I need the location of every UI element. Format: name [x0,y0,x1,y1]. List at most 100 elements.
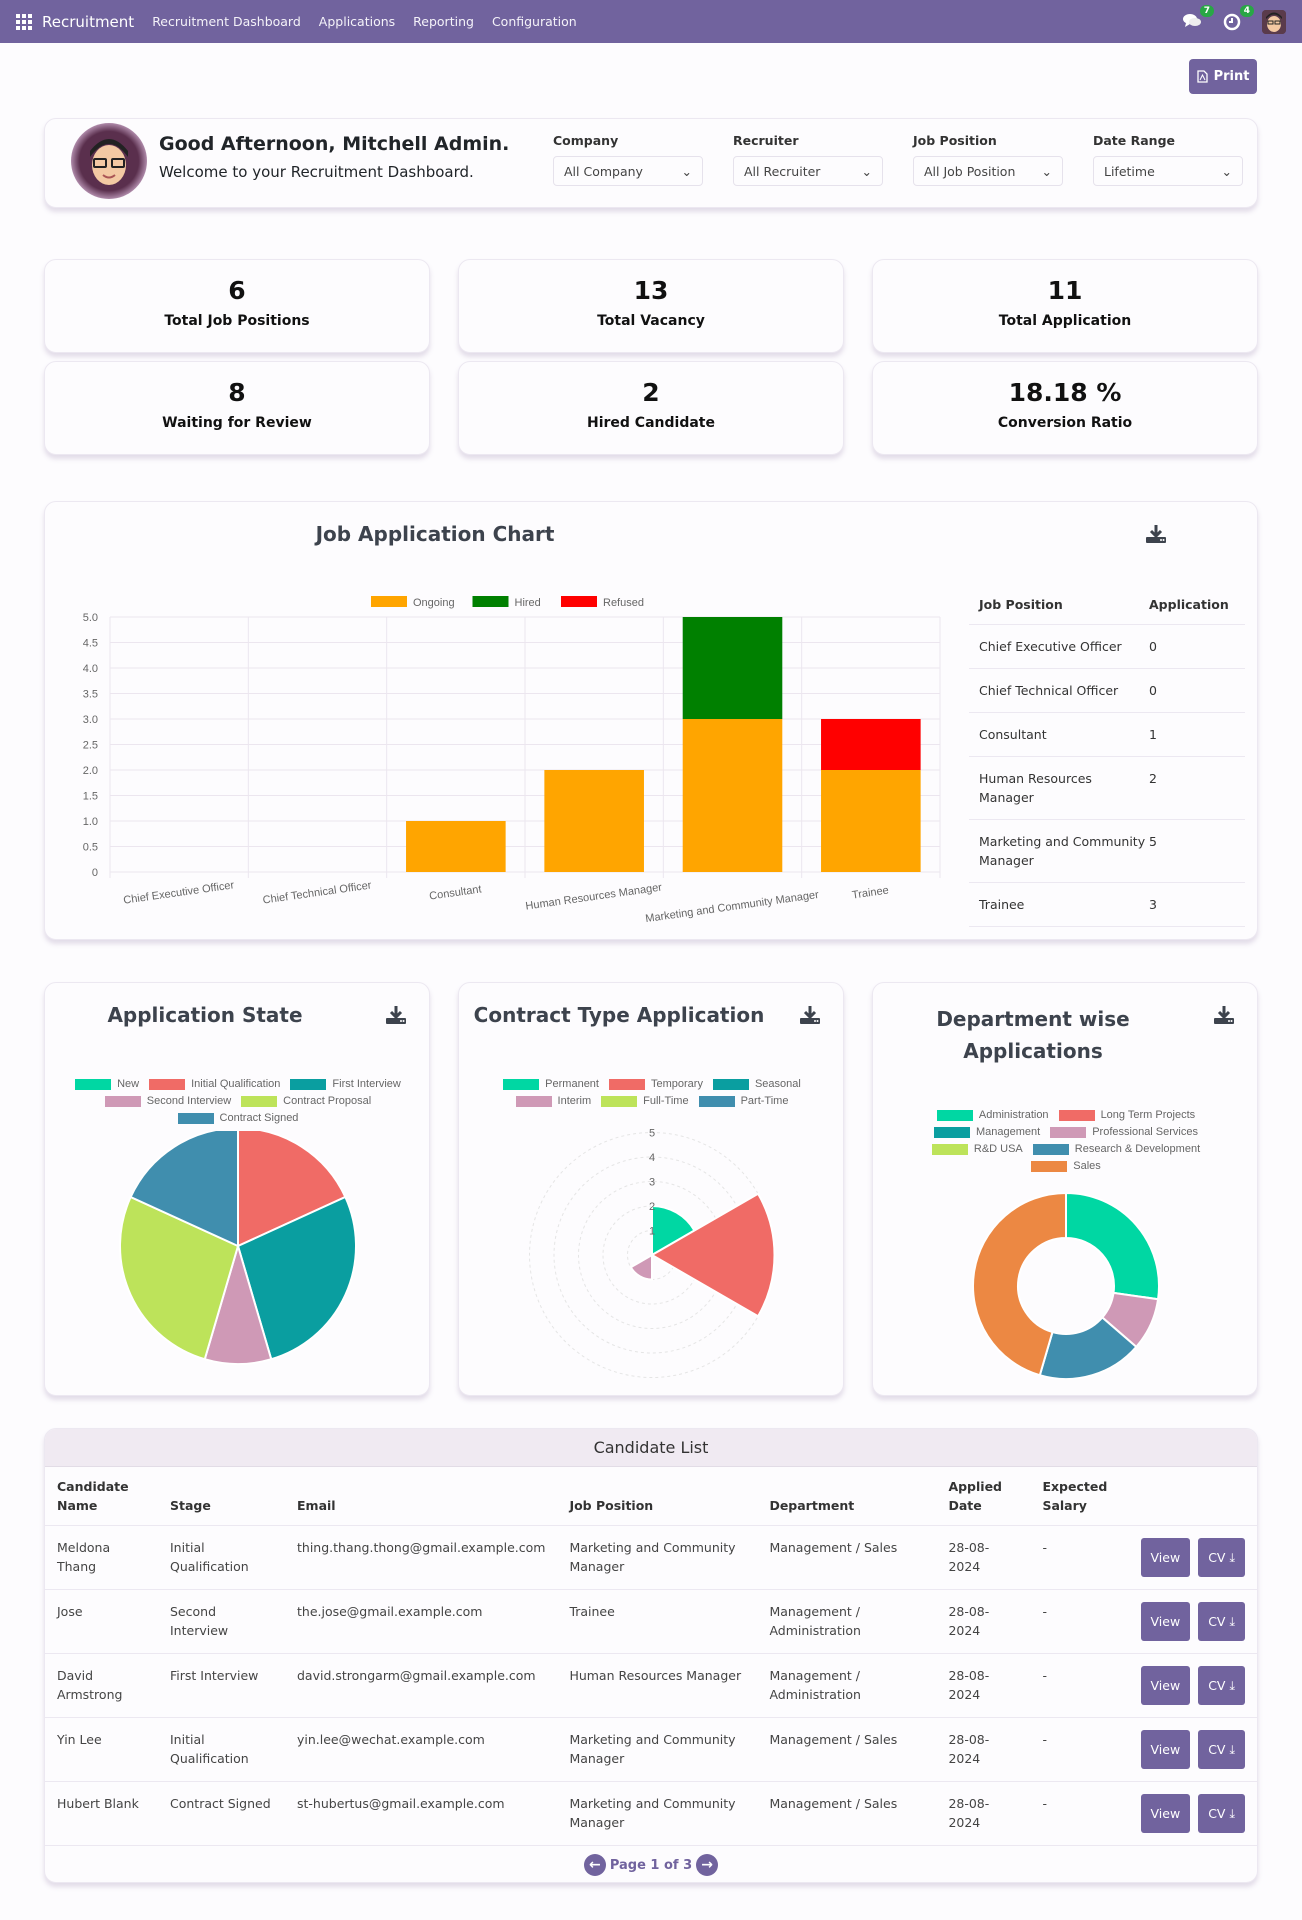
view-button[interactable]: View [1140,1730,1191,1769]
prev-page-button[interactable]: ← [583,1854,606,1876]
app-brand[interactable]: Recruitment [42,13,134,31]
expected-salary-cell: - [1030,1589,1121,1654]
legend-item[interactable]: Long Term Projects [1058,1109,1195,1121]
kpi-total-application[interactable]: 11 Total Application [872,259,1258,353]
kpi-value: 11 [1047,276,1083,305]
download-icon[interactable] [385,1005,407,1025]
activities-button[interactable]: 4 [1222,4,1254,32]
legend-item[interactable]: Full-Time [601,1095,689,1107]
legend-item[interactable]: Contract Proposal [241,1095,371,1107]
stage-cell: First Interview [158,1653,285,1718]
legend-label-hired: Hired [515,597,541,609]
cv-label: CV [1208,1742,1226,1757]
next-page-button[interactable]: → [696,1854,719,1876]
messages-button[interactable]: 7 [1182,4,1214,32]
legend-swatch [931,1143,968,1155]
cv-download-button[interactable]: CV ⤓ [1198,1794,1245,1833]
department-title: Department wise Applications [936,1007,1130,1063]
candidate-name-cell: Jose [45,1589,158,1654]
radial-tick-label: 3 [649,1177,655,1189]
cv-download-button[interactable]: CV ⤓ [1198,1666,1245,1705]
legend-item[interactable]: Temporary [608,1078,703,1090]
date-range-select[interactable]: Lifetime ⌄ [1093,156,1243,186]
legend-item[interactable]: New [75,1078,139,1090]
col-department: Department [757,1467,937,1526]
candidate-name-cell: Meldona Thang [45,1525,158,1590]
legend-item[interactable]: Seasonal [712,1078,801,1090]
cv-label: CV [1208,1550,1226,1565]
radial-tick-label: 2 [649,1201,655,1213]
view-button[interactable]: View [1140,1538,1191,1577]
legend-swatch [515,1095,552,1107]
view-button[interactable]: View [1140,1602,1191,1641]
cv-download-button[interactable]: CV ⤓ [1198,1538,1245,1577]
kpi-total-job-positions[interactable]: 6 Total Job Positions [44,259,430,353]
kpi-hired-candidate[interactable]: 2 Hired Candidate [458,361,844,455]
kpi-conversion-ratio[interactable]: 18.18 % Conversion Ratio [872,361,1258,455]
menu-recruitment-dashboard[interactable]: Recruitment Dashboard [152,14,301,29]
candidate-table-header: Candidate Name Stage Email Job Position … [45,1467,1257,1526]
app-grid-icon[interactable] [16,13,32,30]
legend-label: Full-Time [643,1095,689,1107]
bar-ongoing [821,770,921,872]
kpi-total-vacancy[interactable]: 13 Total Vacancy [458,259,844,353]
legend-row: Interim Full-Time Part-Time [459,1095,845,1107]
job-position-table: Job Position Application Chief Executive… [969,590,1245,927]
legend-label: First Interview [332,1078,401,1090]
download-icon: ⤓ [1229,1678,1235,1693]
menu-applications[interactable]: Applications [319,14,395,29]
kpi-value: 8 [228,378,246,407]
kpi-waiting-for-review[interactable]: 8 Waiting for Review [44,361,430,455]
legend-item[interactable]: Administration [936,1109,1049,1121]
menu-configuration[interactable]: Configuration [492,14,577,29]
legend-row: Second Interview Contract Proposal [45,1095,431,1107]
application-count-cell: 3 [1149,897,1157,912]
legend-item[interactable]: Second Interview [104,1095,231,1107]
print-button[interactable]: Print [1189,59,1257,94]
y-tick-label: 1.5 [83,791,98,803]
user-avatar[interactable] [1262,9,1286,34]
legend-swatch [608,1078,645,1090]
legend-item[interactable]: Management [934,1126,1040,1138]
legend-item[interactable]: Part-Time [698,1095,788,1107]
legend-item[interactable]: First Interview [290,1078,401,1090]
download-icon: ⤓ [1229,1806,1235,1821]
recruiter-select[interactable]: All Recruiter ⌄ [733,156,883,186]
legend-item[interactable]: Initial Qualification [149,1078,280,1090]
company-filter: Company All Company ⌄ [553,133,703,186]
job-position-select[interactable]: All Job Position ⌄ [913,156,1063,186]
legend-item[interactable]: Permanent [503,1078,599,1090]
y-tick-label: 2.5 [83,740,98,752]
y-tick-label: 4.0 [83,663,98,675]
legend-item[interactable]: Research & Development [1032,1143,1200,1155]
view-button[interactable]: View [1140,1794,1191,1833]
legend-item[interactable]: Professional Services [1050,1126,1198,1138]
legend-swatch [936,1109,973,1121]
legend-swatch [503,1078,540,1090]
stage-cell: Initial Qualification [158,1525,285,1590]
pagination: ← Page 1 of 3 → [45,1846,1257,1882]
legend-item[interactable]: Contract Signed [177,1112,298,1124]
legend-swatch [290,1078,327,1090]
x-tick-label: Chief Technical Officer [262,879,373,906]
legend-item[interactable]: Sales [1031,1160,1101,1172]
table-row: Consultant 1 [969,713,1245,757]
company-select[interactable]: All Company ⌄ [553,156,703,186]
cv-download-button[interactable]: CV ⤓ [1198,1730,1245,1769]
kpi-label: Hired Candidate [587,415,715,431]
download-icon[interactable] [1213,1005,1235,1025]
view-button[interactable]: View [1140,1666,1191,1705]
job-position-cell: Marketing and Community Manager [557,1781,758,1846]
download-icon[interactable] [1145,524,1167,544]
print-label: Print [1213,69,1250,84]
download-icon[interactable] [799,1005,821,1025]
legend-item[interactable]: Interim [515,1095,591,1107]
application-count-cell: 0 [1149,683,1157,698]
legend-item[interactable]: R&D USA [931,1143,1023,1155]
cv-download-button[interactable]: CV ⤓ [1198,1602,1245,1641]
pdf-file-icon [1196,70,1208,83]
job-position-cell: Human Resources Manager [979,771,1092,805]
menu-reporting[interactable]: Reporting [413,14,474,29]
actions-cell: View CV ⤓ [1120,1653,1257,1718]
legend-swatch [712,1078,749,1090]
